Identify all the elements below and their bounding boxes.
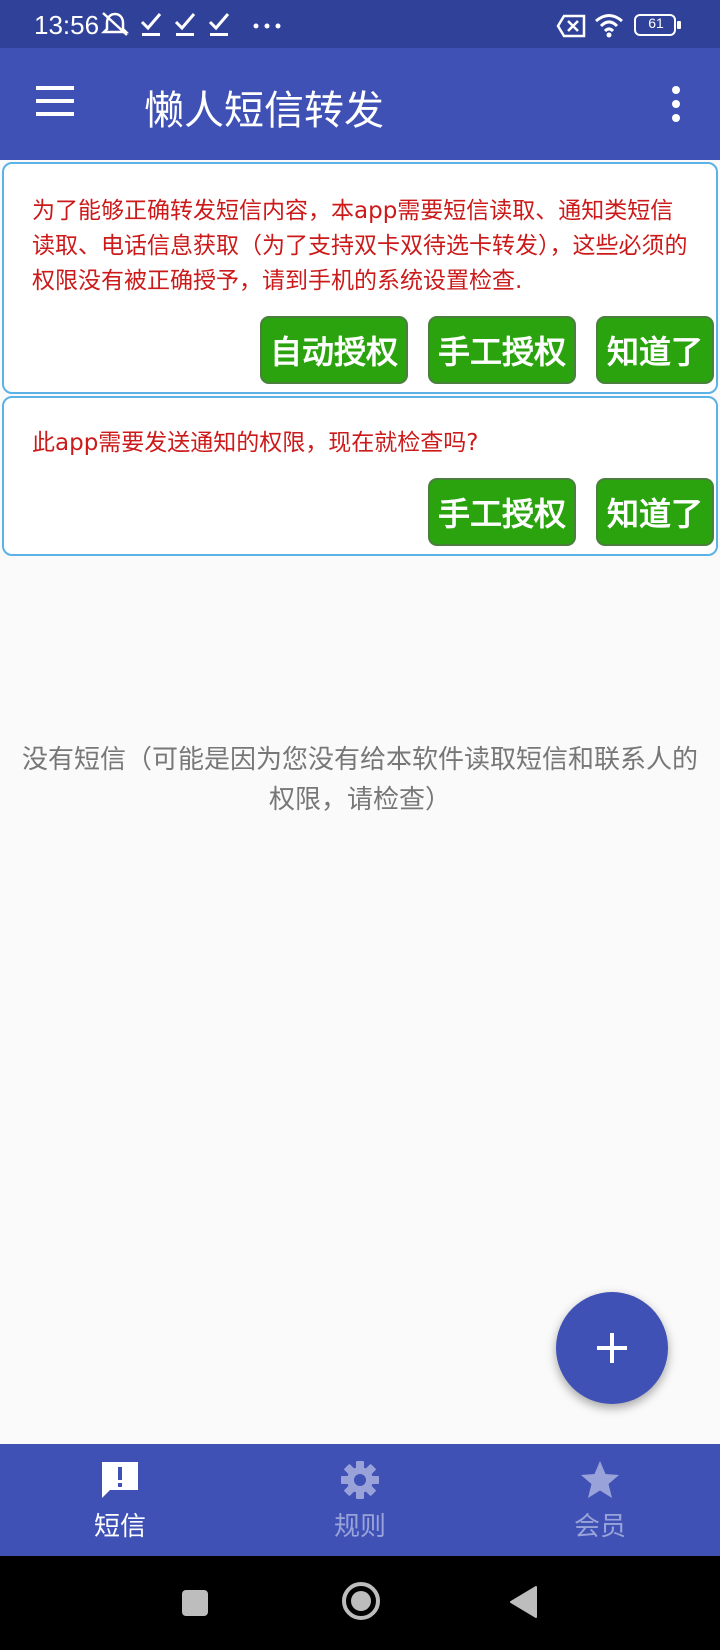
sim-x-icon [556, 14, 586, 38]
empty-state-message: 没有短信（可能是因为您没有给本软件读取短信和联系人的权限，请检查） [21, 745, 698, 815]
permission-message: 为了能够正确转发短信内容，本app需要短信读取、通知类短信读取、电话信息获取（为… [32, 198, 688, 294]
auto-grant-button[interactable]: 自动授权 [260, 316, 408, 384]
permission-message: 此app需要发送通知的权限，现在就检查吗? [32, 430, 479, 456]
more-vert-icon[interactable] [664, 84, 688, 124]
plus-icon [597, 1333, 627, 1363]
nav-item-rules[interactable]: 规则 [270, 1444, 450, 1556]
nav-item-sms[interactable]: 短信 [30, 1444, 210, 1556]
nav-label: 会员 [573, 1512, 626, 1542]
wifi-icon [594, 12, 624, 38]
bottom-navigation: 短信 规则 会员 [0, 1444, 720, 1556]
gear-icon [338, 1458, 382, 1502]
nav-item-member[interactable]: 会员 [510, 1444, 690, 1556]
check-icon [174, 10, 196, 38]
recent-apps-button[interactable] [180, 1588, 210, 1622]
menu-icon[interactable] [36, 86, 74, 116]
nav-label: 规则 [333, 1512, 386, 1542]
manual-grant-button[interactable]: 手工授权 [428, 316, 576, 384]
nav-label: 短信 [93, 1512, 146, 1542]
back-button[interactable] [508, 1585, 538, 1623]
system-navigation-bar [0, 1556, 720, 1650]
battery-level: 61 [648, 15, 664, 31]
permission-card-sms: 为了能够正确转发短信内容，本app需要短信读取、通知类短信读取、电话信息获取（为… [2, 162, 718, 394]
dismiss-button[interactable]: 知道了 [596, 316, 714, 384]
manual-grant-button[interactable]: 手工授权 [428, 478, 576, 546]
more-dots-icon [252, 14, 282, 30]
app-bar: 懒人短信转发 [0, 48, 720, 160]
no-notification-icon [100, 10, 130, 38]
dismiss-button[interactable]: 知道了 [596, 478, 714, 546]
check-icon [208, 10, 230, 38]
status-bar: 13:56 61 [0, 0, 720, 48]
home-button[interactable] [340, 1580, 382, 1626]
app-title: 懒人短信转发 [144, 88, 384, 134]
message-alert-icon [98, 1458, 142, 1502]
status-time: 13:56 [34, 10, 100, 40]
add-button[interactable] [556, 1292, 668, 1404]
star-icon [578, 1458, 622, 1502]
permission-card-notification: 此app需要发送通知的权限，现在就检查吗? 手工授权 知道了 [2, 396, 718, 556]
check-icon [140, 10, 162, 38]
